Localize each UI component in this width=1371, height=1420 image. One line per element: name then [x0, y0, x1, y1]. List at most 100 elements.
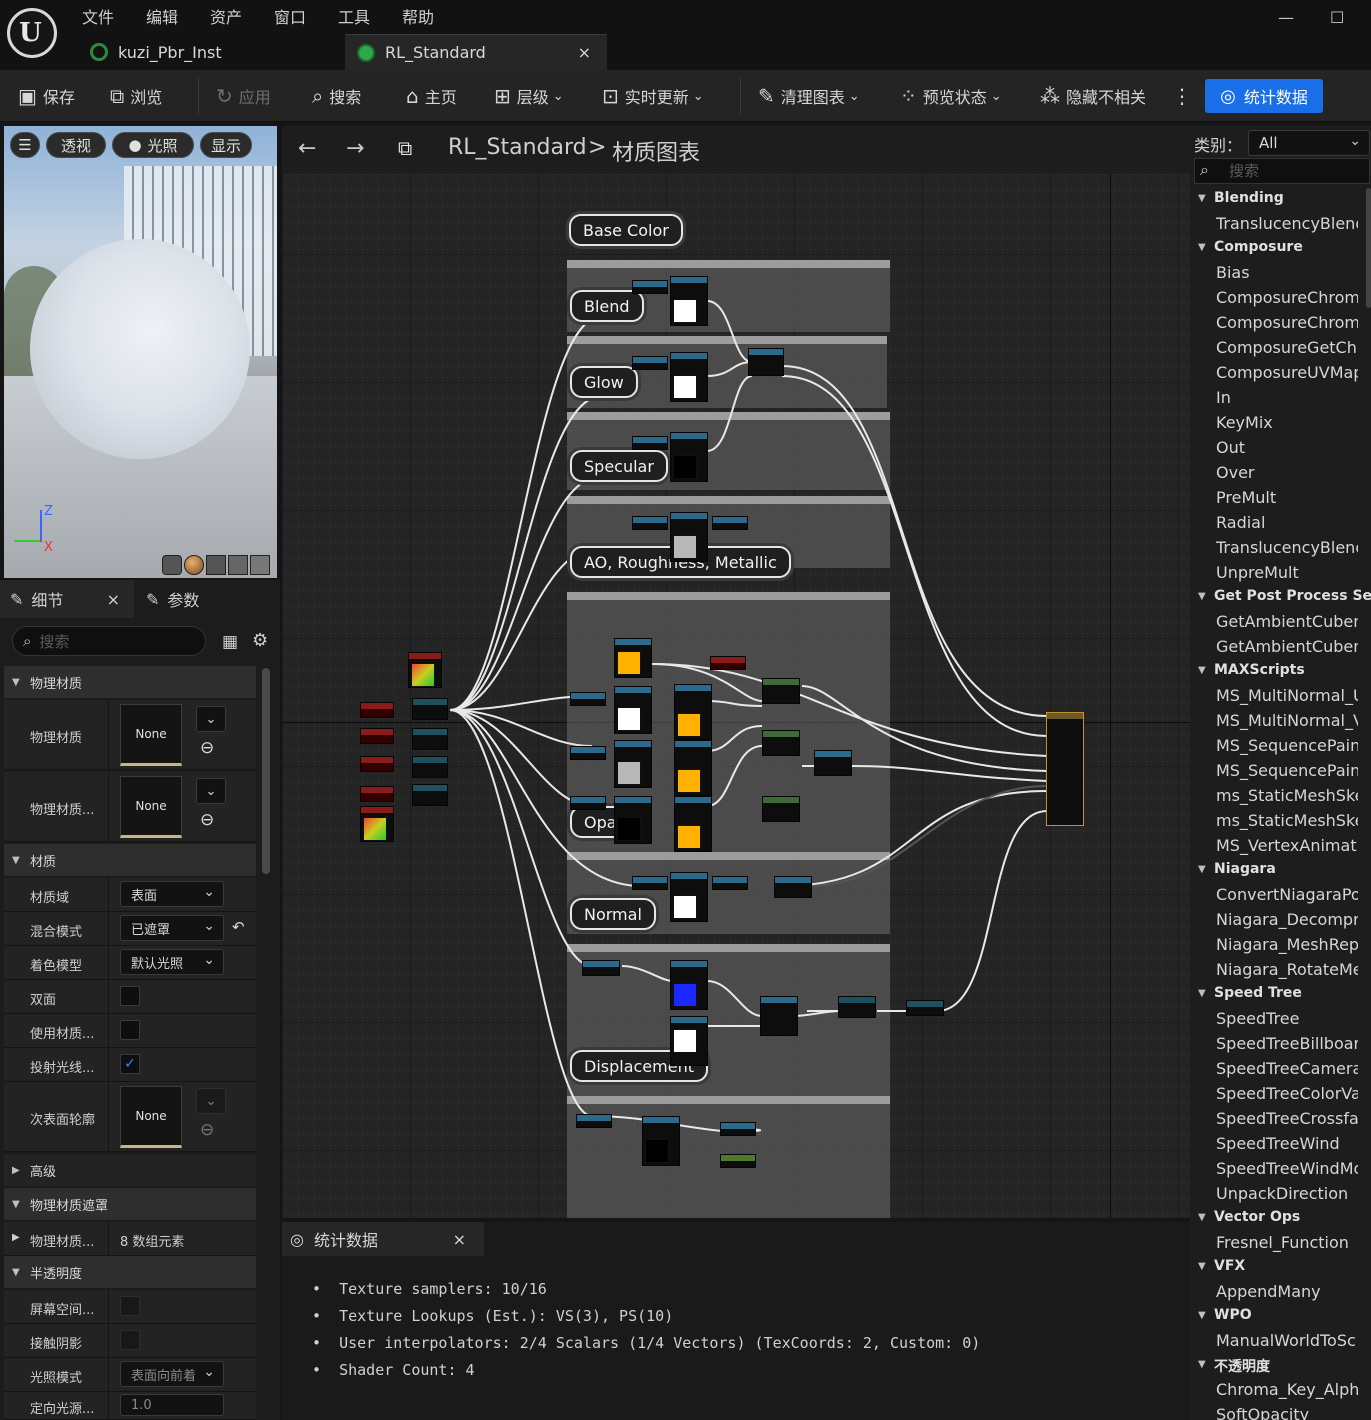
palette-category[interactable]: Vector Ops	[1214, 1209, 1300, 1225]
blend-node[interactable]	[748, 348, 784, 376]
parameter-node[interactable]	[360, 728, 394, 744]
screen-space-checkbox[interactable]	[120, 1296, 140, 1316]
home-button[interactable]: ⌂ 主页	[406, 70, 457, 122]
palette-item[interactable]: MS_MultiNormal_V	[1216, 711, 1358, 730]
param-node[interactable]	[570, 746, 606, 760]
palette-item[interactable]: Chroma_Key_Alpha	[1216, 1380, 1358, 1399]
menu-help[interactable]: 帮助	[402, 4, 434, 28]
cylinder-icon[interactable]	[162, 555, 182, 575]
close-icon[interactable]: ×	[453, 1230, 466, 1249]
directional-light-input[interactable]: 1.0	[120, 1394, 224, 1416]
texture-sample-node[interactable]	[670, 960, 708, 1010]
param-node[interactable]	[720, 1154, 756, 1168]
reroute-label-base-color[interactable]: Base Color	[569, 214, 683, 246]
stats-button[interactable]: ◎ 统计数据	[1205, 79, 1323, 113]
coord-node[interactable]	[412, 756, 448, 778]
lerp-node[interactable]	[762, 678, 800, 704]
section-advanced[interactable]: ▶ 高级	[4, 1154, 256, 1186]
section-physical-material-mask[interactable]: ▼ 物理材质遮罩	[4, 1188, 256, 1220]
chevron-down-icon[interactable]: ⌄	[196, 706, 226, 732]
palette-category[interactable]: Composure	[1214, 239, 1303, 255]
teapot-icon[interactable]	[250, 555, 270, 575]
caret-down-icon[interactable]: ▼	[1198, 1261, 1206, 1272]
param-node[interactable]	[632, 516, 668, 530]
param-node[interactable]	[712, 876, 748, 890]
palette-item[interactable]: SpeedTreeCamera	[1216, 1059, 1358, 1078]
caret-down-icon[interactable]: ▼	[1198, 1212, 1206, 1223]
texture-sample-node[interactable]	[674, 740, 712, 796]
table-view-icon[interactable]: ▦	[222, 632, 238, 652]
palette-item[interactable]: SpeedTreeWind	[1216, 1134, 1358, 1153]
texture-sample-node[interactable]	[642, 1116, 680, 1166]
append-node[interactable]	[814, 750, 852, 776]
show-button[interactable]: 显示	[200, 132, 252, 158]
param-node[interactable]	[710, 656, 746, 670]
cast-shadow-checkbox[interactable]: ✓	[120, 1054, 140, 1074]
reroute-label-blend[interactable]: Blend	[570, 290, 644, 322]
apply-button[interactable]: ↻ 应用	[216, 70, 271, 122]
palette-item[interactable]: PreMult	[1216, 488, 1358, 507]
param-node[interactable]	[632, 280, 668, 294]
reroute-node[interactable]	[906, 1000, 944, 1016]
palette-item[interactable]: Niagara_RotateMe	[1216, 960, 1358, 979]
palette-item[interactable]: ComposureChroma	[1216, 313, 1358, 332]
search-button[interactable]: ⌕ 搜索	[312, 70, 361, 122]
texture-sample-node[interactable]	[670, 872, 708, 922]
coord-node[interactable]	[412, 698, 448, 720]
details-scrollbar[interactable]	[262, 668, 270, 874]
tab-kuzi-pbr-inst[interactable]: kuzi_Pbr_Inst	[80, 34, 342, 70]
texture-node[interactable]	[408, 652, 442, 688]
texture-sample-node[interactable]	[670, 432, 708, 482]
unreal-logo-icon[interactable]: U	[7, 8, 57, 58]
asset-thumbnail[interactable]: None	[120, 704, 182, 766]
back-arrow-icon[interactable]: ←	[298, 136, 316, 161]
forward-arrow-icon[interactable]: →	[346, 136, 364, 161]
param-node[interactable]	[632, 876, 668, 890]
palette-item[interactable]: Out	[1216, 438, 1358, 457]
save-button[interactable]: ▣ 保存	[18, 70, 75, 122]
palette-item[interactable]: Radial	[1216, 513, 1358, 532]
palette-item[interactable]: SpeedTreeBillboar	[1216, 1034, 1358, 1053]
tab-params[interactable]: ✎ 参数	[142, 580, 199, 618]
more-options-icon[interactable]: ⋮	[1172, 70, 1198, 122]
param-node[interactable]	[582, 960, 620, 976]
palette-item[interactable]: MS_MultiNormal_U	[1216, 686, 1358, 705]
reroute-label-glow[interactable]: Glow	[570, 366, 638, 398]
palette-item[interactable]: UnpackDirection	[1216, 1184, 1358, 1203]
palette-item[interactable]: MS_VertexAnimati	[1216, 836, 1358, 855]
palette-item[interactable]: ConvertNiagaraPo	[1216, 885, 1358, 904]
palette-category[interactable]: VFX	[1214, 1258, 1245, 1274]
clean-graph-button[interactable]: ✎ 清理图表 ⌄	[758, 70, 860, 122]
palette-category[interactable]: WPO	[1214, 1307, 1252, 1323]
asset-thumbnail[interactable]: None	[120, 776, 182, 838]
palette-item[interactable]: ComposureGetChi	[1216, 338, 1358, 357]
breadcrumb-leaf[interactable]: 材质图表	[612, 135, 700, 167]
tab-stats[interactable]: ◎ 统计数据 ×	[282, 1222, 484, 1256]
caret-down-icon[interactable]: ▼	[1198, 242, 1206, 253]
lerp-node[interactable]	[762, 796, 800, 822]
tab-details[interactable]: ✎ 细节 ×	[0, 580, 134, 618]
details-search-input[interactable]: ⌕ 搜索	[12, 626, 206, 656]
palette-item[interactable]: Fresnel_Function	[1216, 1233, 1358, 1252]
close-icon[interactable]: ×	[578, 43, 591, 62]
maximize-button[interactable]: ☐	[1330, 8, 1344, 27]
palette-category[interactable]: Speed Tree	[1214, 985, 1302, 1001]
caret-down-icon[interactable]: ▼	[1198, 591, 1206, 602]
plane-icon[interactable]	[206, 555, 226, 575]
reset-arrow-icon[interactable]: ↶	[232, 918, 245, 936]
hide-unrelated-button[interactable]: ⁂ 隐藏不相关	[1040, 70, 1146, 122]
cube-icon[interactable]	[228, 555, 248, 575]
chevron-down-icon[interactable]: ⌄	[196, 1088, 226, 1114]
menu-edit[interactable]: 编辑	[146, 4, 178, 28]
texture-sample-node[interactable]	[614, 686, 652, 734]
palette-item[interactable]: ms_StaticMeshSke	[1216, 786, 1358, 805]
texture-sample-node[interactable]	[614, 740, 652, 788]
two-sided-checkbox[interactable]	[120, 986, 140, 1006]
parameter-node[interactable]	[360, 786, 394, 802]
texture-sample-node[interactable]	[614, 796, 652, 844]
perspective-button[interactable]: 透视	[46, 132, 106, 158]
palette-scrollbar[interactable]	[1366, 188, 1371, 308]
caret-down-icon[interactable]: ▼	[1198, 665, 1206, 676]
param-node[interactable]	[712, 516, 748, 530]
caret-right-icon[interactable]: ▶	[12, 1232, 20, 1243]
